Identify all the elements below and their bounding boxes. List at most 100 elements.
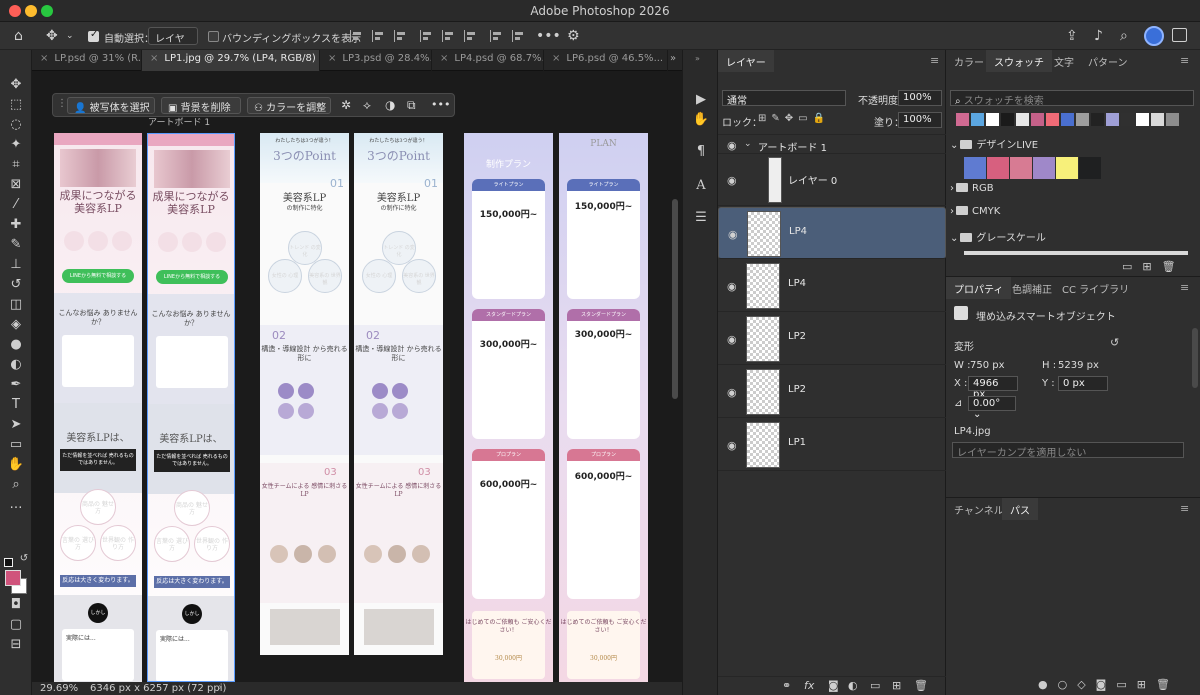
color-swatch[interactable] (1061, 113, 1074, 126)
fill-input[interactable]: 100% (898, 112, 942, 128)
paint-bucket-icon[interactable]: ◈ (6, 316, 26, 334)
blend-mode-dropdown[interactable]: 通常 (722, 90, 846, 107)
color-swatch[interactable] (986, 113, 999, 126)
layer-comp-dropdown[interactable]: レイヤーカンプを適用しない (952, 442, 1184, 459)
tab-patterns[interactable]: パターン (1080, 50, 1136, 72)
canvas-area[interactable]: アートボード 1 成果につながる 美容系LP LINEから無料で相談する こんな… (32, 71, 682, 682)
angle-input[interactable]: 0.00° ⌄ (968, 396, 1016, 420)
tab-adjustments[interactable]: 色調補正 (1004, 277, 1060, 299)
eyedropper-tool-icon[interactable]: ⁄ (6, 196, 26, 214)
color-swatch[interactable] (1046, 113, 1059, 126)
mask-icon[interactable]: ⧉ (407, 98, 416, 113)
new-layer-icon[interactable]: ⊞ (892, 679, 901, 692)
eye-icon[interactable]: ◉ (727, 174, 737, 187)
chevron-down-icon[interactable]: ⌄ (744, 139, 752, 149)
crop-tool-icon[interactable]: ⌗ (6, 156, 26, 174)
tab-swatches[interactable]: スウォッチ (986, 50, 1052, 72)
folder-icon[interactable]: ▭ (870, 679, 880, 692)
eye-icon[interactable]: ◉ (727, 333, 737, 346)
properties-scrollbar[interactable] (1192, 328, 1198, 388)
zoom-tool-icon[interactable]: ⌕ (6, 476, 26, 494)
color-swatch[interactable] (1001, 113, 1014, 126)
chevron-down-icon[interactable]: ⌄ (66, 31, 74, 41)
tab-character[interactable]: 文字 (1046, 50, 1082, 72)
layer-row[interactable]: ◉ レイヤー 0 (718, 154, 946, 206)
fx-icon[interactable]: fx (804, 679, 814, 692)
distribute-vertical-icon[interactable] (512, 30, 525, 42)
design-live-swatch[interactable] (1010, 157, 1032, 179)
w-value[interactable]: 750 px (970, 360, 1005, 371)
select-subject-button[interactable]: 👤 被写体を選択 (67, 97, 155, 114)
contrast-icon[interactable]: ◑ (385, 98, 395, 112)
more-options-button[interactable]: ••• (536, 28, 561, 44)
screen-mode-icon[interactable]: ▢ (6, 616, 26, 634)
paragraph-icon[interactable]: ¶ (692, 144, 710, 162)
color-swatch[interactable] (1016, 113, 1029, 126)
adjust-color-button[interactable]: ⚇ カラーを調整 (247, 97, 331, 114)
layer-row[interactable]: ◉ LP2 (718, 366, 946, 418)
mask-icon[interactable]: ◙ (828, 679, 839, 692)
tab-lp3-psd[interactable]: × LP3.psd @ 28.4%... (320, 50, 432, 71)
rectangle-tool-icon[interactable]: ▭ (6, 436, 26, 454)
align-center-icon[interactable] (372, 30, 385, 42)
swatch-search-box[interactable]: ⌕ スウォッチを検索 (950, 90, 1194, 107)
link-icon[interactable]: ⚭ (782, 679, 791, 692)
layer-row[interactable]: ◉ LP4 (718, 260, 946, 312)
quick-mask-icon[interactable]: ◘ (6, 596, 26, 614)
tab-lp-psd[interactable]: × LP.psd @ 31% (R... (32, 50, 142, 71)
artboard-group-row[interactable]: ◉ ⌄ アートボード 1 (718, 134, 946, 154)
panel-menu-icon[interactable]: ≡ (1180, 281, 1189, 294)
lasso-tool-icon[interactable]: ◌ (6, 116, 26, 134)
path-select-icon[interactable]: ➤ (6, 416, 26, 434)
history-icon[interactable]: ▶ (692, 92, 710, 110)
color-swatch[interactable] (956, 113, 969, 126)
remove-background-button[interactable]: ▣ 背景を削除 (161, 97, 241, 114)
tab-paths[interactable]: パス (1002, 498, 1038, 520)
panel-menu-icon[interactable]: ≡ (1180, 54, 1189, 67)
h-value[interactable]: 5239 px (1058, 360, 1099, 371)
color-swatch[interactable] (1031, 113, 1044, 126)
reset-icon[interactable]: ↺ (1110, 336, 1119, 349)
workspace-icon[interactable] (1172, 28, 1187, 42)
paths-footer-icons[interactable]: ●○◇◙▭⊞🗑 (1038, 678, 1180, 691)
tab-cc-libraries[interactable]: CC ライブラリ (1054, 277, 1137, 299)
object-select-tool-icon[interactable]: ✦ (6, 136, 26, 154)
design-live-swatch[interactable] (1056, 157, 1078, 179)
share-icon[interactable]: ⇪ (1066, 28, 1078, 44)
color-swatch[interactable] (1166, 113, 1179, 126)
align-left-icon[interactable] (350, 30, 363, 42)
color-swatch[interactable] (971, 113, 984, 126)
pen-tool-icon[interactable]: ✒ (6, 376, 26, 394)
comments-icon[interactable] (692, 114, 710, 132)
eye-icon[interactable]: ◉ (728, 228, 738, 241)
artboard-view-icon[interactable]: ⊟ (6, 636, 26, 654)
bell-icon[interactable]: ♪ (1094, 28, 1103, 44)
color-swatch[interactable] (1106, 113, 1119, 126)
align-right-icon[interactable] (394, 30, 407, 42)
status-chevron-icon[interactable]: › (218, 682, 222, 693)
align-top-icon[interactable] (420, 30, 433, 42)
foreground-color-swatch[interactable] (5, 570, 21, 586)
hand-tool-icon[interactable]: ✋ (6, 456, 26, 474)
panel-menu-icon[interactable]: ≡ (930, 54, 939, 67)
blur-tool-icon[interactable]: ● (6, 336, 26, 354)
auto-select-checkbox[interactable] (88, 29, 99, 42)
align-middle-icon[interactable] (442, 30, 455, 42)
eraser-tool-icon[interactable]: ◫ (6, 296, 26, 314)
swap-colors-icon[interactable]: ↺ (14, 550, 34, 568)
marquee-tool-icon[interactable]: ⬚ (6, 96, 26, 114)
tabs-overflow-icon[interactable]: » (670, 53, 676, 64)
swatch-footer-icons[interactable]: ▭⊞🗑 (1122, 260, 1186, 273)
design-live-swatch[interactable] (964, 157, 986, 179)
design-live-swatch[interactable] (987, 157, 1009, 179)
tab-layers[interactable]: レイヤー (718, 50, 774, 72)
color-swatch[interactable] (1136, 113, 1149, 126)
healing-tool-icon[interactable]: ✚ (6, 216, 26, 234)
brush-tool-icon[interactable]: ✎ (6, 236, 26, 254)
collapse-icon[interactable]: » (695, 54, 700, 63)
eye-icon[interactable]: ◉ (727, 139, 737, 152)
color-swatch[interactable] (1076, 113, 1089, 126)
trash-icon[interactable]: 🗑 (914, 679, 928, 692)
layer-row[interactable]: ◉ LP2 (718, 313, 946, 365)
panel-menu-icon[interactable]: ≡ (1180, 502, 1189, 515)
